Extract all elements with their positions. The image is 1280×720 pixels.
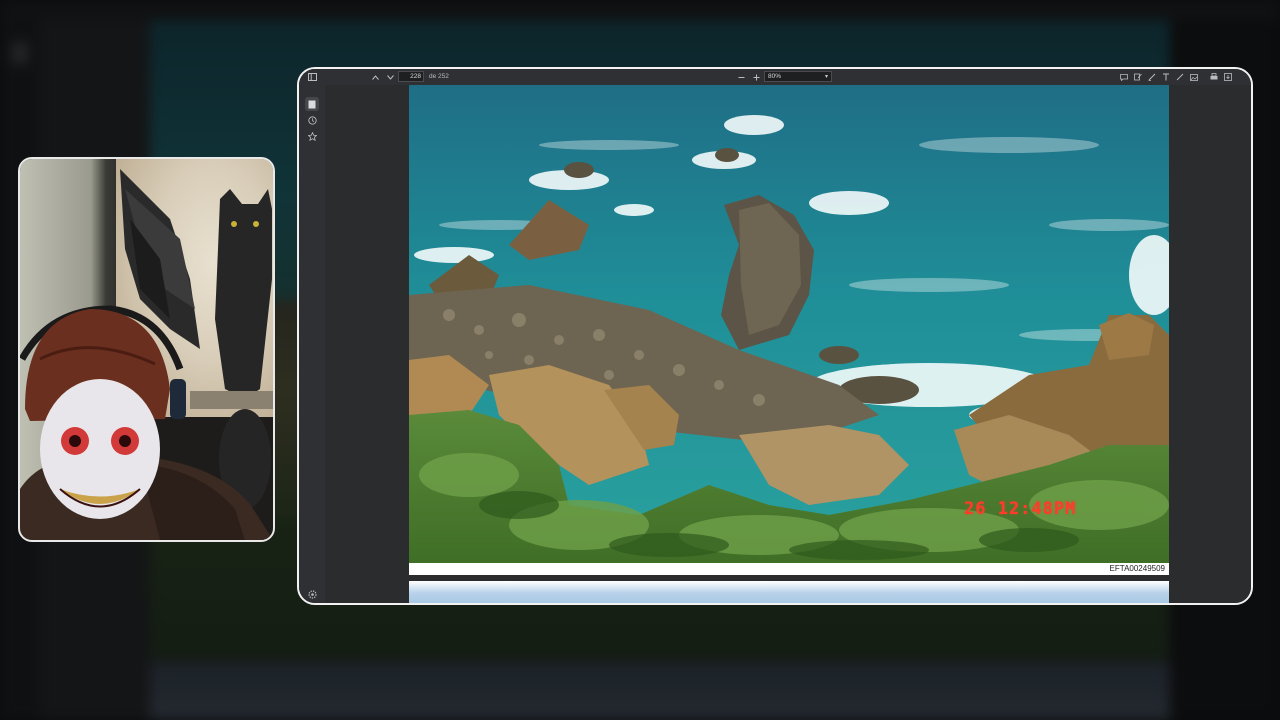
zoom-out-icon[interactable]: [735, 69, 747, 85]
sidebar-toggle-icon[interactable]: [305, 69, 319, 85]
viewer-toolbar: 228 de 252 80% ▾: [299, 69, 1251, 86]
draw-icon[interactable]: [1146, 69, 1158, 85]
zoom-select[interactable]: 80% ▾: [764, 71, 832, 82]
webcam-overlay: [18, 157, 275, 542]
settings-icon[interactable]: [305, 587, 319, 601]
zoom-in-icon[interactable]: [750, 69, 762, 85]
zoom-value: 80%: [768, 73, 782, 80]
print-icon[interactable]: [1208, 69, 1220, 85]
screen: 228 de 252 80% ▾ 26 12:48PM EFTA00249509: [0, 0, 1280, 720]
page-number-input[interactable]: 228: [398, 71, 424, 82]
bates-number: EFTA00249509: [1109, 564, 1165, 573]
webcam-scene: [20, 169, 273, 540]
viewer-sidebar: [299, 85, 326, 603]
next-page-icon[interactable]: [384, 69, 396, 85]
highlight-icon[interactable]: [1132, 69, 1144, 85]
coastline-photo: 26 12:48PM: [409, 85, 1169, 563]
save-icon[interactable]: [1222, 69, 1234, 85]
document-area[interactable]: 26 12:48PM EFTA00249509: [325, 85, 1251, 603]
prev-page-icon[interactable]: [369, 69, 381, 85]
thumbnails-icon[interactable]: [305, 97, 319, 111]
page-total-label: de 252: [429, 73, 449, 80]
image-icon[interactable]: [1188, 69, 1200, 85]
comment-icon[interactable]: [1118, 69, 1130, 85]
next-pdf-page: [409, 581, 1169, 603]
chevron-down-icon: ▾: [824, 74, 828, 80]
pdf-page: 26 12:48PM EFTA00249509: [409, 85, 1169, 575]
photo-date-stamp: 26 12:48PM: [964, 499, 1077, 519]
signature-icon[interactable]: [1174, 69, 1186, 85]
pdf-viewer-window: 228 de 252 80% ▾ 26 12:48PM EFTA00249509: [297, 67, 1253, 605]
history-icon[interactable]: [305, 113, 319, 127]
text-icon[interactable]: [1160, 69, 1172, 85]
bookmark-icon[interactable]: [305, 129, 319, 143]
